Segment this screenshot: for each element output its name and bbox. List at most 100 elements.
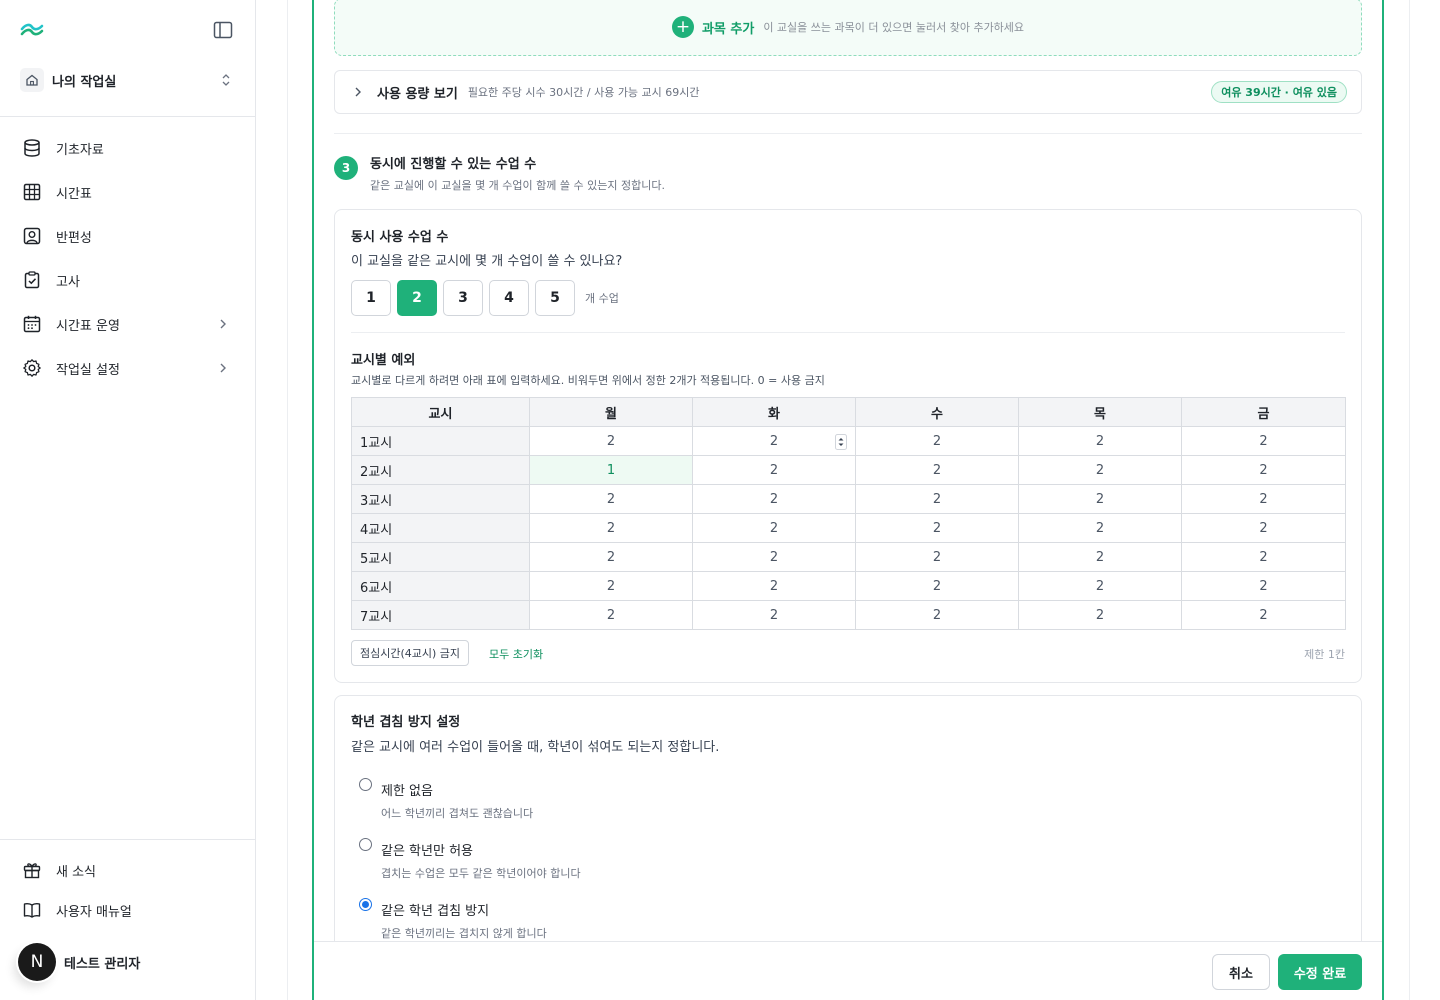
table-cell-input[interactable]: 2 xyxy=(1018,484,1182,514)
table-cell-input[interactable]: 1 xyxy=(529,455,693,485)
usage-toggle[interactable]: 사용 용량 보기 필요한 주당 시수 30시간 / 사용 가능 교시 69시간 … xyxy=(334,70,1362,114)
table-cell-input[interactable]: 2 xyxy=(1018,600,1182,630)
sidebar-item-timetable[interactable]: 시간표 xyxy=(0,170,256,214)
sidebar-item-exam[interactable]: 고사 xyxy=(0,258,256,302)
radio-option-prevent-same-grade[interactable]: 같은 학년 겹침 방지 같은 학년끼리는 겹치지 않게 합니다 xyxy=(359,896,547,941)
workspace-switcher[interactable]: 나의 작업실 xyxy=(20,66,236,94)
radio-option-no-limit[interactable]: 제한 없음 어느 학년끼리 겹쳐도 괜찮습니다 xyxy=(359,776,533,821)
radio-button-selected[interactable] xyxy=(359,898,372,911)
add-subject-button[interactable]: + 과목 추가 이 교실을 쓰는 과목이 더 있으면 눌러서 찾아 추가하세요 xyxy=(334,0,1362,56)
sidebar-item-label: 반편성 xyxy=(56,230,92,246)
radio-button[interactable] xyxy=(359,838,372,851)
step-description: 같은 교실에 이 교실을 몇 개 수업이 함께 쓸 수 있는지 정합니다. xyxy=(370,179,665,192)
block-lunch-button[interactable]: 점심시간(4교시) 금지 xyxy=(351,640,470,666)
sidebar-item-news[interactable]: 새 소식 xyxy=(0,850,256,890)
table-cell-input[interactable]: 2 xyxy=(1181,571,1346,601)
table-cell-input[interactable]: 2 xyxy=(855,484,1019,514)
count-option-2[interactable]: 2 xyxy=(397,280,437,316)
sidebar-item-workspace-settings[interactable]: 작업실 설정 xyxy=(0,346,256,390)
sidebar-toggle-icon[interactable] xyxy=(212,19,234,41)
table-cell-input[interactable]: 2 xyxy=(855,542,1019,572)
exceptions-description: 교시별로 다르게 하려면 아래 표에 입력하세요. 비워두면 위에서 정한 2개… xyxy=(351,374,825,387)
column-header: 교시 xyxy=(351,397,530,427)
table-cell-input[interactable]: 2 xyxy=(692,426,856,456)
table-row: 5교시 2 2 2 2 2 xyxy=(351,542,1346,572)
radio-label: 제한 없음 xyxy=(381,784,433,799)
step-title: 동시에 진행할 수 있는 수업 수 xyxy=(370,157,537,172)
period-label: 7교시 xyxy=(351,600,530,630)
sidebar-item-class-assignment[interactable]: 반편성 xyxy=(0,214,256,258)
radio-option-same-grade-only[interactable]: 같은 학년만 허용 겹치는 수업은 모두 같은 학년이어야 합니다 xyxy=(359,836,581,881)
table-cell-input[interactable]: 2 xyxy=(1181,600,1346,630)
table-cell-input[interactable]: 2 xyxy=(529,600,693,630)
brand-logo-icon[interactable] xyxy=(20,20,44,40)
save-button[interactable]: 수정 완료 xyxy=(1278,954,1362,990)
table-cell-input[interactable]: 2 xyxy=(529,484,693,514)
table-cell-input[interactable]: 2 xyxy=(692,455,856,485)
gift-icon xyxy=(23,863,41,879)
count-option-5[interactable]: 5 xyxy=(535,280,575,316)
table-cell-input[interactable]: 2 xyxy=(692,513,856,543)
table-cell-input[interactable]: 2 xyxy=(692,600,856,630)
count-option-1[interactable]: 1 xyxy=(351,280,391,316)
table-cell-input[interactable]: 2 xyxy=(529,426,693,456)
count-option-3[interactable]: 3 xyxy=(443,280,483,316)
user-name: 테스트 관리자 xyxy=(64,956,141,972)
period-label: 4교시 xyxy=(351,513,530,543)
table-cell-input[interactable]: 2 xyxy=(529,571,693,601)
column-header: 월 xyxy=(529,397,693,427)
table-cell-input[interactable]: 2 xyxy=(1018,513,1182,543)
sidebar-bottom-nav: 새 소식 사용자 매뉴얼 xyxy=(0,850,256,930)
period-label: 1교시 xyxy=(351,426,530,456)
table-cell-input[interactable]: 2 xyxy=(529,513,693,543)
section-divider xyxy=(334,133,1362,134)
table-cell-input[interactable]: 2 xyxy=(1181,455,1346,485)
workspace-name: 나의 작업실 xyxy=(52,74,117,90)
table-cell-input[interactable]: 2 xyxy=(855,426,1019,456)
table-cell-input[interactable]: 2 xyxy=(1018,426,1182,456)
table-cell-input[interactable]: 2 xyxy=(855,513,1019,543)
step-number-badge: 3 xyxy=(334,156,358,180)
avatar: N xyxy=(18,943,56,981)
sidebar-item-timetable-ops[interactable]: 시간표 운영 xyxy=(0,302,256,346)
number-spinner-icon[interactable] xyxy=(835,434,847,450)
table-cell-input[interactable]: 2 xyxy=(855,571,1019,601)
sidebar-item-label: 기초자료 xyxy=(56,142,104,158)
table-cell-input[interactable]: 2 xyxy=(529,542,693,572)
chevron-up-down-icon xyxy=(222,74,230,86)
column-header: 금 xyxy=(1181,397,1346,427)
card-divider xyxy=(351,332,1345,333)
count-option-4[interactable]: 4 xyxy=(489,280,529,316)
cancel-button[interactable]: 취소 xyxy=(1212,954,1270,990)
table-cell-input[interactable]: 2 xyxy=(1181,542,1346,572)
table-cell-input[interactable]: 2 xyxy=(1018,542,1182,572)
table-cell-input[interactable]: 2 xyxy=(855,455,1019,485)
period-label: 3교시 xyxy=(351,484,530,514)
chevron-right-icon xyxy=(220,363,226,373)
table-cell-input[interactable]: 2 xyxy=(1018,455,1182,485)
radio-description: 어느 학년끼리 겹쳐도 괜찮습니다 xyxy=(381,807,534,820)
table-cell-input[interactable]: 2 xyxy=(1018,571,1182,601)
table-row: 4교시 2 2 2 2 2 xyxy=(351,513,1346,543)
grid-table-icon xyxy=(23,183,41,201)
add-subject-hint: 이 교실을 쓰는 과목이 더 있으면 눌러서 찾아 추가하세요 xyxy=(763,21,1025,34)
table-cell-input[interactable]: 2 xyxy=(1181,513,1346,543)
table-cell-input[interactable]: 2 xyxy=(855,600,1019,630)
sidebar-item-user-manual[interactable]: 사용자 매뉴얼 xyxy=(0,890,256,930)
table-cell-input[interactable]: 2 xyxy=(692,542,856,572)
table-cell-input[interactable]: 2 xyxy=(692,571,856,601)
table-cell-input[interactable]: 2 xyxy=(692,484,856,514)
sidebar-divider xyxy=(0,839,256,840)
table-cell-input[interactable]: 2 xyxy=(1181,426,1346,456)
user-profile[interactable]: N 테스트 관리자 xyxy=(18,943,140,981)
table-header-row: 교시 월 화 수 목 금 xyxy=(351,397,1346,427)
table-cell-input[interactable]: 2 xyxy=(1181,484,1346,514)
period-label: 5교시 xyxy=(351,542,530,572)
reset-all-link[interactable]: 모두 초기화 xyxy=(489,646,543,662)
cell-value: 2 xyxy=(769,433,779,449)
card-question: 이 교실을 같은 교시에 몇 개 수업이 쓸 수 있나요? xyxy=(351,254,623,269)
sidebar-item-base-data[interactable]: 기초자료 xyxy=(0,126,256,170)
table-row: 1교시 2 2 2 2 2 xyxy=(351,426,1346,456)
radio-label: 같은 학년만 허용 xyxy=(381,844,473,859)
radio-button[interactable] xyxy=(359,778,372,791)
